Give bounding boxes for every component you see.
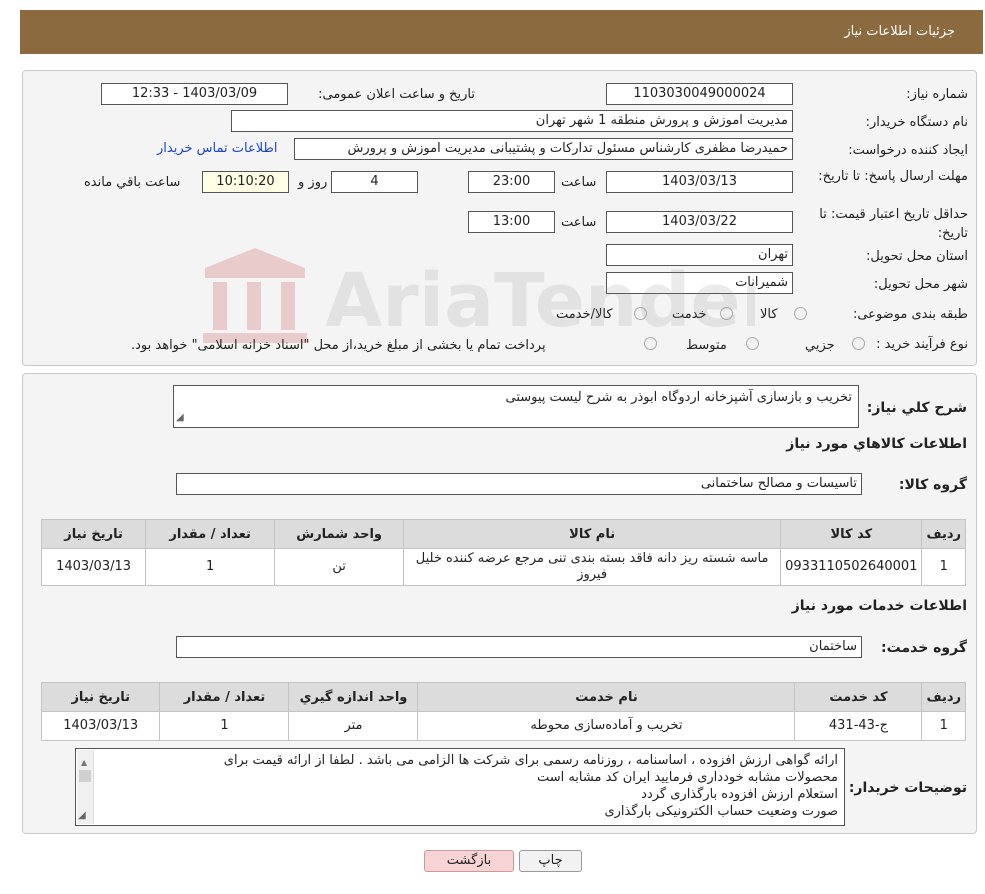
process-option-partial: جزیي bbox=[805, 338, 835, 353]
validity-time-field: 13:00 bbox=[468, 211, 555, 233]
col-need-date: تاريخ نياز bbox=[40, 519, 147, 549]
buyer-notes-line: ارائه گواهی ارزش افزوده ، اساسنامه ، روز… bbox=[223, 753, 838, 768]
col-measure-unit: واحد اندازه گيري bbox=[288, 682, 419, 712]
scroll-thumb[interactable] bbox=[79, 770, 91, 782]
category-radio-goods[interactable] bbox=[794, 307, 807, 320]
category-option-goods: کالا bbox=[760, 307, 778, 322]
resize-grip-icon[interactable]: ◢ bbox=[176, 409, 184, 426]
creator-field: حمیدرضا مظفری کارشناس مسئول تدارکات و پش… bbox=[294, 138, 793, 160]
days-label: روز و bbox=[298, 175, 328, 190]
col-goods-code: کد کالا bbox=[780, 519, 923, 549]
deadline-date-field: 1403/03/13 bbox=[606, 171, 793, 193]
creator-label: ایجاد کننده درخواست: bbox=[848, 143, 968, 158]
col-row: رديف bbox=[921, 682, 966, 712]
days-remaining-field: 4 bbox=[331, 171, 418, 193]
col-service-code: کد خدمت bbox=[794, 682, 923, 712]
validity-time-label: ساعت bbox=[561, 215, 597, 230]
service-quantity: 1 bbox=[159, 711, 290, 741]
goods-group-label: گروه کالا: bbox=[898, 477, 967, 493]
description-text: تخریب و بازسازی آشپزخانه اردوگاه ابوذر ب… bbox=[505, 390, 852, 405]
col-quantity: تعداد / مقدار bbox=[145, 519, 276, 549]
col-service-name: نام خدمت bbox=[417, 682, 796, 712]
process-radio-medium[interactable] bbox=[746, 337, 759, 350]
goods-group-field: تاسیسات و مصالح ساختمانی bbox=[176, 473, 862, 495]
city-field: شمیرانات bbox=[606, 272, 793, 294]
category-radio-goods-service[interactable] bbox=[634, 307, 647, 320]
deadline-time-label: ساعت bbox=[561, 175, 597, 190]
row-number: 1 bbox=[921, 711, 966, 741]
remaining-time-field: 10:10:20 bbox=[202, 171, 289, 193]
category-label: طبقه بندی موضوعی: bbox=[852, 307, 968, 322]
services-table-header: رديف کد خدمت نام خدمت واحد اندازه گيري ت… bbox=[40, 682, 966, 712]
page-header: جزئیات اطلاعات نیاز bbox=[20, 10, 983, 54]
need-number-label: شماره نیاز: bbox=[906, 87, 968, 102]
page-title: جزئیات اطلاعات نیاز bbox=[844, 24, 955, 39]
deadline-time-field: 23:00 bbox=[468, 171, 555, 193]
goods-section-title: اطلاعات کالاهاي مورد نياز bbox=[786, 436, 967, 452]
service-need-date: 1403/03/13 bbox=[40, 711, 161, 741]
services-group-field: ساختمان bbox=[176, 636, 862, 658]
print-button[interactable]: چاپ bbox=[519, 850, 582, 872]
category-option-service: خدمت bbox=[672, 307, 707, 322]
need-number-field: 1103030049000024 bbox=[606, 83, 793, 105]
process-note: پرداخت تمام یا بخشی از مبلغ خرید،از محل … bbox=[131, 338, 546, 353]
goods-table-header: رديف کد کالا نام کالا واحد شمارش تعداد /… bbox=[40, 519, 966, 549]
service-code: ج-43-431 bbox=[794, 711, 923, 741]
goods-quantity: 1 bbox=[145, 548, 276, 586]
buyer-notes-line: استعلام ارزش افزوده بارگذاری گردد bbox=[641, 787, 838, 802]
table-row: 1 0933110502640001 ماسه شسته ریز دانه فا… bbox=[40, 548, 966, 586]
payment-checkbox[interactable] bbox=[644, 337, 657, 350]
validity-label: حداقل تاریخ اعتبار قیمت: تا تاریخ: bbox=[819, 207, 968, 241]
goods-name: ماسه شسته ریز دانه فاقد بسته بندی تنی مر… bbox=[403, 548, 782, 586]
process-radio-partial[interactable] bbox=[852, 337, 865, 350]
service-name: تخریب و آماده‌سازی محوطه bbox=[417, 711, 796, 741]
goods-table: رديف کد کالا نام کالا واحد شمارش تعداد /… bbox=[40, 519, 966, 586]
province-field: تهران bbox=[606, 244, 793, 266]
resize-grip-icon[interactable]: ◢ bbox=[78, 807, 86, 824]
table-row: 1 ج-43-431 تخریب و آماده‌سازی محوطه متر … bbox=[40, 711, 966, 741]
col-unit: واحد شمارش bbox=[274, 519, 405, 549]
col-goods-name: نام کالا bbox=[403, 519, 782, 549]
goods-code: 0933110502640001 bbox=[780, 548, 923, 586]
col-row: رديف bbox=[921, 519, 966, 549]
buyer-notes-line: صورت وضعیت حساب الکترونیکی بارگذاری bbox=[604, 804, 838, 819]
buyer-contact-link[interactable]: اطلاعات تماس خریدار bbox=[157, 141, 277, 156]
remaining-label: ساعت باقي مانده bbox=[84, 175, 181, 190]
buyer-notes-line: محصولات مشابه خودداری فرمایید ایران کد م… bbox=[536, 770, 838, 785]
category-option-goods-service: کالا/خدمت bbox=[556, 307, 613, 322]
province-label: استان محل تحویل: bbox=[866, 249, 968, 264]
deadline-label: مهلت ارسال پاسخ: تا تاریخ: bbox=[818, 169, 968, 184]
buyer-notes-textarea[interactable]: ▲ ارائه گواهی ارزش افزوده ، اساسنامه ، ر… bbox=[75, 748, 845, 826]
col-need-date: تاريخ نياز bbox=[40, 682, 161, 712]
services-group-label: گروه خدمت: bbox=[881, 640, 967, 656]
category-radio-service[interactable] bbox=[720, 307, 733, 320]
scroll-up-icon[interactable]: ▲ bbox=[81, 754, 87, 771]
description-textarea[interactable]: تخریب و بازسازی آشپزخانه اردوگاه ابوذر ب… bbox=[173, 385, 859, 428]
row-number: 1 bbox=[921, 548, 966, 586]
services-table: رديف کد خدمت نام خدمت واحد اندازه گيري ت… bbox=[40, 682, 966, 741]
back-button[interactable]: بازگشت bbox=[424, 850, 514, 872]
announce-label: تاریخ و ساعت اعلان عمومی: bbox=[318, 87, 475, 102]
validity-date-field: 1403/03/22 bbox=[606, 211, 793, 233]
goods-unit: تن bbox=[274, 548, 405, 586]
goods-need-date: 1403/03/13 bbox=[40, 548, 147, 586]
city-label: شهر محل تحویل: bbox=[873, 277, 968, 292]
process-option-medium: متوسط bbox=[686, 338, 727, 353]
services-section-title: اطلاعات خدمات مورد نياز bbox=[791, 598, 967, 614]
buyer-name-field: مدیریت اموزش و پرورش منطقه 1 شهر تهران bbox=[231, 110, 793, 132]
announce-datetime-field: 1403/03/09 - 12:33 bbox=[101, 83, 288, 105]
description-label: شرح کلي نياز: bbox=[866, 400, 967, 416]
buyer-notes-label: توضیحات خریدار: bbox=[848, 780, 967, 796]
buyer-label: نام دستگاه خریدار: bbox=[865, 115, 968, 130]
process-label: نوع فرآیند خرید : bbox=[876, 337, 968, 352]
col-quantity: تعداد / مقدار bbox=[159, 682, 290, 712]
service-unit: متر bbox=[288, 711, 419, 741]
